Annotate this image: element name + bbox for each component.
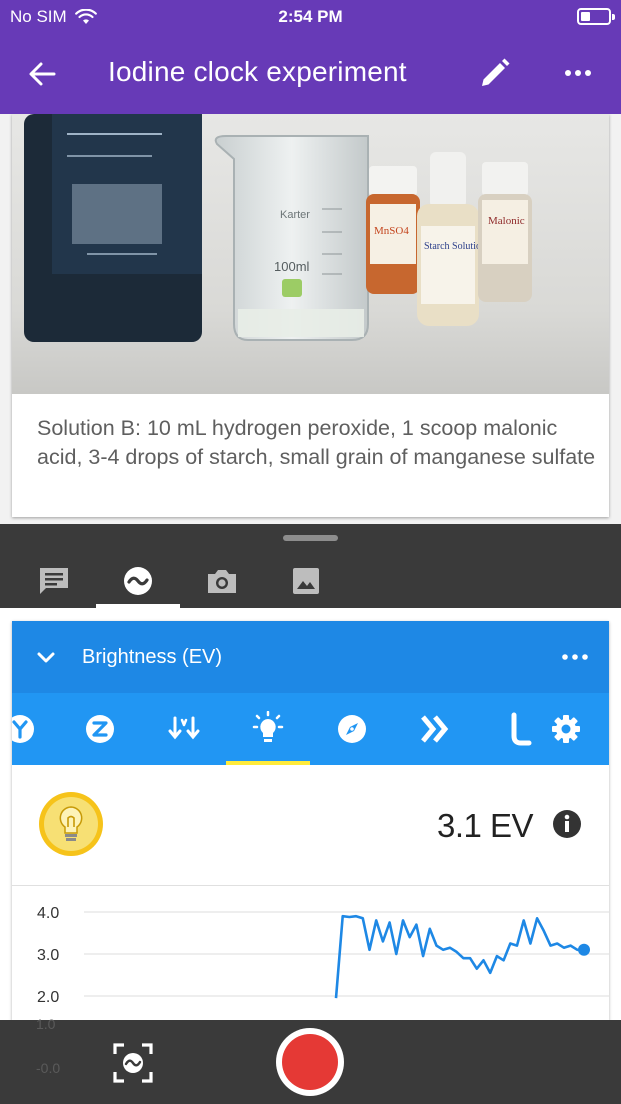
- drag-handle[interactable]: [283, 535, 338, 541]
- note-caption: Solution B: 10 mL hydrogen peroxide, 1 s…: [37, 416, 596, 469]
- sensor-tab-compass[interactable]: [310, 693, 394, 765]
- sensor-icon: [124, 567, 152, 595]
- y-tick-label: 2.0: [37, 989, 59, 1006]
- linear-accel-icon: [168, 716, 200, 740]
- sensor-panel: Brightness (EV) 3.1 EV 4.0 3.0 2.0: [0, 608, 621, 1021]
- beaker: Karter 100ml: [214, 135, 369, 341]
- manganese-bottle: MnSO4: [366, 166, 420, 294]
- brightness-series-line: [334, 914, 584, 999]
- bottle-3-label: Malonic: [488, 215, 525, 227]
- beaker-brand-label: Karter: [280, 209, 310, 221]
- accel-z-icon: [86, 715, 114, 743]
- sensor-reading: 3.1 EV: [12, 765, 609, 885]
- camera-icon: [208, 570, 236, 593]
- settings-icon: [552, 715, 580, 743]
- y-tick-label: 4.0: [37, 905, 59, 922]
- tab-camera[interactable]: [180, 554, 264, 608]
- sensor-tab-accel-z[interactable]: [58, 693, 142, 765]
- beaker-volume-label: 100ml: [274, 259, 310, 274]
- experiment-photo[interactable]: Karter 100ml MnSO4 Starch Solution Malon…: [12, 114, 609, 394]
- page-title: Iodine clock experiment: [108, 56, 407, 87]
- note-icon: [40, 568, 68, 594]
- brightness-chart[interactable]: 4.03.02.01.0: [12, 887, 609, 1021]
- y-tick-label: 3.0: [37, 947, 59, 964]
- status-bar: No SIM 2:54 PM: [0, 0, 621, 32]
- brightness-icon: [252, 711, 284, 742]
- sensor-card: Brightness (EV) 3.1 EV 4.0 3.0 2.0: [12, 621, 609, 1021]
- sensor-more-icon[interactable]: [560, 647, 590, 667]
- bottom-bar: 1.0 -0.0: [0, 1016, 621, 1104]
- snapshot-icon[interactable]: [112, 1042, 154, 1084]
- tab-note[interactable]: [12, 554, 96, 608]
- info-icon[interactable]: [552, 809, 582, 839]
- sensor-header: Brightness (EV): [12, 621, 609, 693]
- bottle-1-label: MnSO4: [374, 225, 409, 237]
- accel-y-icon: [12, 715, 34, 743]
- sensor-tab-linear-accel[interactable]: [142, 693, 226, 765]
- tab-sensors[interactable]: [96, 554, 180, 608]
- current-value-point: [578, 943, 590, 956]
- edit-pencil-icon[interactable]: [478, 56, 512, 90]
- sensor-tab-magnetometer[interactable]: [394, 693, 478, 765]
- note-card[interactable]: Karter 100ml MnSO4 Starch Solution Malon…: [12, 114, 609, 517]
- malonic-bottle: Malonic: [478, 162, 532, 302]
- sensor-value: 3.1 EV: [437, 807, 534, 844]
- magnetometer-icon: [421, 715, 449, 743]
- sensor-name[interactable]: Brightness (EV): [82, 646, 222, 669]
- back-arrow-icon[interactable]: [22, 54, 62, 94]
- clock: 2:54 PM: [278, 7, 343, 26]
- app-header: No SIM 2:54 PM Iodine clock experiment: [0, 0, 621, 114]
- ghost-tick-2: -0.0: [36, 1060, 61, 1076]
- gallery-icon: [293, 568, 319, 594]
- battery-icon: [577, 8, 615, 25]
- record-button[interactable]: [276, 1028, 344, 1096]
- app-bar: Iodine clock experiment: [0, 40, 621, 106]
- bottle-2-label: Starch Solution: [424, 241, 486, 252]
- sensor-tab-bar: [12, 693, 609, 765]
- tool-strip: [0, 524, 621, 608]
- lightbulb-icon: [39, 792, 103, 856]
- sensor-tab-accel-y[interactable]: [12, 693, 62, 765]
- peroxide-bottle: [24, 114, 202, 342]
- experiment-feed: Karter 100ml MnSO4 Starch Solution Malon…: [0, 114, 621, 524]
- tab-gallery[interactable]: [264, 554, 348, 608]
- more-options-icon[interactable]: [560, 60, 596, 86]
- sensor-tab-settings[interactable]: [524, 693, 608, 765]
- chevron-down-icon[interactable]: [34, 645, 58, 669]
- reading-divider: [12, 885, 609, 886]
- ghost-tick-1: 1.0: [36, 1016, 56, 1032]
- compass-icon: [338, 715, 366, 743]
- sensor-tab-brightness[interactable]: [226, 693, 310, 765]
